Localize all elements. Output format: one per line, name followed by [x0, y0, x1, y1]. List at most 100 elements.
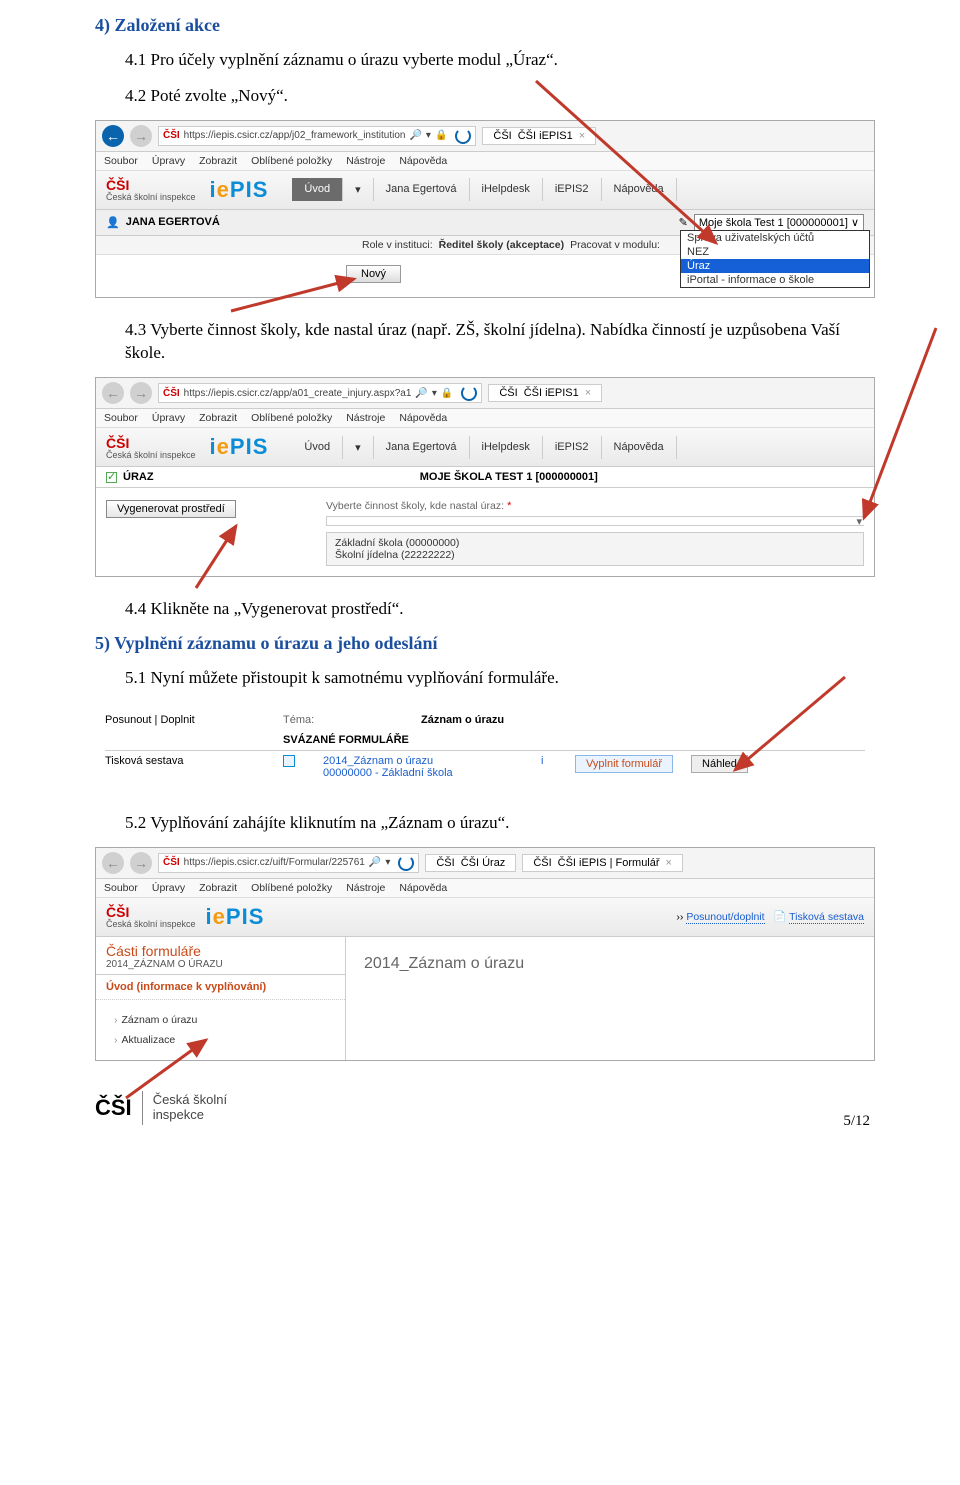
sidebar-section-uvod[interactable]: Úvod (informace k vyplňování) [96, 975, 345, 1000]
form-link[interactable]: 2014_Záznam o úrazu [323, 755, 433, 767]
form-sublink[interactable]: 00000000 - Základní škola [323, 767, 453, 779]
browser-tab[interactable]: ČŠI ČŠI iEPIS1 × [482, 127, 596, 145]
nav-iepis2[interactable]: iEPIS2 [543, 178, 602, 201]
back-icon[interactable]: ← [102, 382, 124, 404]
refresh-icon[interactable] [461, 385, 477, 401]
nav-chevron[interactable]: ▾ [343, 178, 374, 201]
menu-item[interactable]: Nápověda [399, 412, 447, 424]
generate-button[interactable]: Vygenerovat prostředí [106, 500, 236, 518]
posunout-doplnit[interactable]: Posunout | Doplnit [105, 714, 265, 726]
module-item[interactable]: Správa uživatelských účtů [681, 231, 869, 245]
search-icon: 🔎 [369, 857, 381, 868]
nav-user[interactable]: Jana Egertová [374, 178, 470, 201]
search-icon: 🔎 [415, 388, 427, 399]
menu-item[interactable]: Úpravy [152, 882, 185, 894]
menu-item[interactable]: Soubor [104, 882, 138, 894]
menu-item[interactable]: Soubor [104, 412, 138, 424]
breadcrumb-1[interactable]: Posunout/doplnit [686, 911, 764, 924]
browser-tab[interactable]: ČŠI ČŠI iEPIS1 × [488, 384, 602, 402]
menu-item[interactable]: Zobrazit [199, 412, 237, 424]
menu-item[interactable]: Oblíbené položky [251, 155, 332, 167]
nav-uvod[interactable]: Úvod [292, 178, 343, 201]
nav-chevron[interactable]: ▾ [343, 436, 374, 459]
nav-ihelpdesk[interactable]: iHelpdesk [470, 178, 543, 201]
nav-iepis2[interactable]: iEPIS2 [543, 436, 602, 459]
sidebar-title: Části formuláře [96, 937, 345, 959]
close-icon[interactable]: × [666, 857, 672, 869]
nahled-button[interactable]: Náhled [691, 755, 748, 773]
menu-item[interactable]: Nápověda [399, 155, 447, 167]
breadcrumb-2[interactable]: Tisková sestava [789, 911, 864, 924]
back-icon[interactable]: ← [102, 852, 124, 874]
ie-menubar[interactable]: Soubor Úpravy Zobrazit Oblíbené položky … [96, 879, 874, 898]
back-icon[interactable]: ← [102, 125, 124, 147]
new-button[interactable]: Nový [346, 265, 401, 283]
screenshot-3: Posunout | Doplnit Téma: Záznam o úrazu … [95, 702, 875, 791]
menu-item[interactable]: Nástroje [346, 412, 385, 424]
sidebar-item-zaznam[interactable]: Záznam o úrazu [96, 1010, 345, 1030]
menu-item[interactable]: Nástroje [346, 882, 385, 894]
required-star-icon: * [507, 500, 511, 512]
module-item[interactable]: iPortal - informace o škole [681, 273, 869, 287]
tab-title: ČŠI iEPIS1 [518, 130, 573, 142]
address-bar[interactable]: ČŠI https://iepis.csicr.cz/app/j02_frame… [158, 126, 476, 146]
site-favicon-icon: ČŠI [163, 857, 180, 868]
nav-napoveda[interactable]: Nápověda [602, 436, 677, 459]
tiskova-sestava[interactable]: Tisková sestava [105, 755, 265, 767]
browser-tab-2[interactable]: ČŠI ČŠI iEPIS | Formulář × [522, 854, 683, 872]
menu-item[interactable]: Úpravy [152, 412, 185, 424]
iepis-logo: iePIS [210, 434, 269, 460]
nav-ihelpdesk[interactable]: iHelpdesk [470, 436, 543, 459]
refresh-icon[interactable] [455, 128, 471, 144]
forward-icon[interactable]: → [130, 382, 152, 404]
heading-5: 5) Vyplnění záznamu o úrazu a jeho odesl… [95, 633, 880, 654]
menu-item[interactable]: Zobrazit [199, 882, 237, 894]
module-title: ÚRAZ [123, 471, 154, 483]
footer-line-2: inspekce [153, 1108, 227, 1122]
iepis-logo: iePIS [206, 904, 265, 930]
close-icon[interactable]: × [585, 387, 591, 399]
nav-napoveda[interactable]: Nápověda [602, 178, 677, 201]
nav-user[interactable]: Jana Egertová [374, 436, 470, 459]
csi-subtitle: Česká školní inspekce [106, 193, 196, 202]
activity-list[interactable]: Základní škola (00000000) Školní jídelna… [326, 532, 864, 566]
close-icon[interactable]: × [579, 130, 585, 142]
p-5-1: 5.1 Nyní můžete přistoupit k samotnému v… [125, 666, 880, 690]
address-bar[interactable]: ČŠI https://iepis.csicr.cz/uift/Formular… [158, 853, 419, 873]
site-favicon-icon: ČŠI [163, 130, 180, 141]
info-icon[interactable]: i [541, 755, 557, 767]
csi-logo: ČŠI [106, 177, 196, 193]
menu-item[interactable]: Zobrazit [199, 155, 237, 167]
ie-menubar[interactable]: Soubor Úpravy Zobrazit Oblíbené položky … [96, 152, 874, 171]
activity-option[interactable]: Školní jídelna (22222222) [335, 549, 855, 561]
forward-icon[interactable]: → [130, 852, 152, 874]
browser-tab-1[interactable]: ČŠI ČŠI Úraz [425, 854, 516, 872]
vyplnit-button[interactable]: Vyplnit formulář [575, 755, 673, 773]
lock-icon: 🔒 [435, 130, 447, 141]
menu-item[interactable]: Úpravy [152, 155, 185, 167]
menu-item[interactable]: Nástroje [346, 155, 385, 167]
menu-item[interactable]: Oblíbené položky [251, 412, 332, 424]
ie-menubar[interactable]: Soubor Úpravy Zobrazit Oblíbené položky … [96, 409, 874, 428]
screenshot-1: ← → ČŠI https://iepis.csicr.cz/app/j02_f… [95, 120, 875, 298]
menu-item[interactable]: Oblíbené položky [251, 882, 332, 894]
module-item[interactable]: NEZ [681, 245, 869, 259]
sidebar-item-aktualizace[interactable]: Aktualizace [96, 1030, 345, 1050]
module-menu[interactable]: Správa uživatelských účtů NEZ Úraz iPort… [680, 230, 870, 288]
address-bar[interactable]: ČŠI https://iepis.csicr.cz/app/a01_creat… [158, 383, 482, 403]
footer: ČŠI Česká školní inspekce [95, 1091, 880, 1125]
module-item-uraz[interactable]: Úraz [681, 259, 869, 273]
tema-label: Téma: [283, 714, 403, 726]
forward-icon[interactable]: → [130, 125, 152, 147]
chevron-down-icon[interactable]: ▾ [856, 515, 862, 528]
activity-option[interactable]: Základní škola (00000000) [335, 537, 855, 549]
url-text: https://iepis.csicr.cz/app/a01_create_in… [184, 388, 412, 399]
p-4-4: 4.4 Klikněte na „Vygenerovat prostředí“. [125, 597, 880, 621]
refresh-icon[interactable] [398, 855, 414, 871]
menu-item[interactable]: Soubor [104, 155, 138, 167]
school-select[interactable]: Moje škola Test 1 [000000001] ∨ [694, 214, 864, 231]
csi-subtitle: Česká školní inspekce [106, 451, 196, 460]
role-value: Ředitel školy (akceptace) [439, 239, 564, 251]
nav-uvod[interactable]: Úvod [292, 436, 343, 459]
menu-item[interactable]: Nápověda [399, 882, 447, 894]
